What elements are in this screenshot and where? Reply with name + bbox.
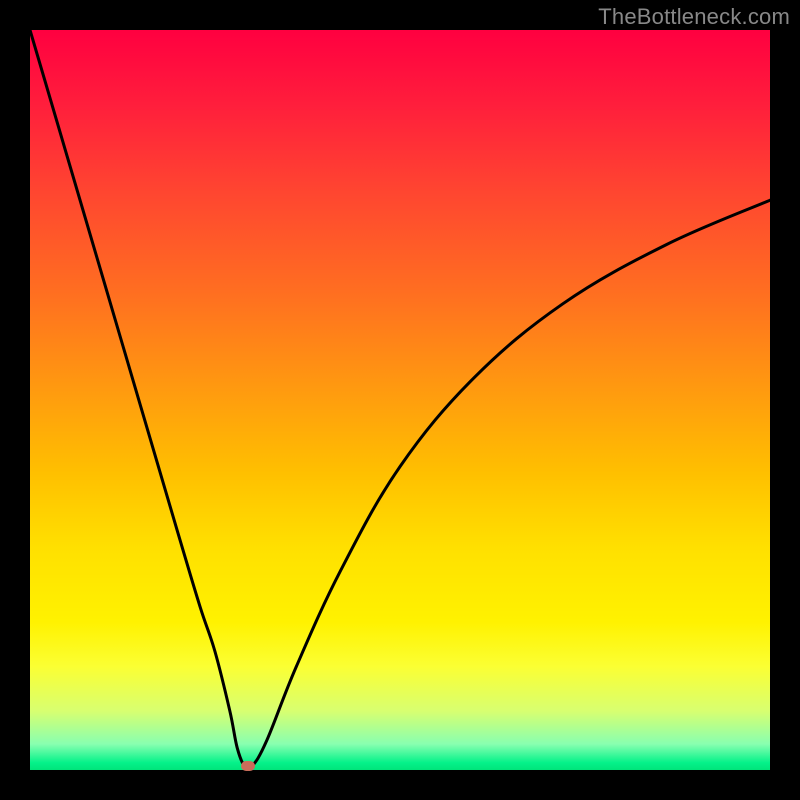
chart-plot-area	[30, 30, 770, 770]
bottleneck-curve	[30, 30, 770, 770]
optimal-point-marker	[241, 761, 255, 771]
chart-frame: TheBottleneck.com	[0, 0, 800, 800]
watermark-text: TheBottleneck.com	[598, 4, 790, 30]
